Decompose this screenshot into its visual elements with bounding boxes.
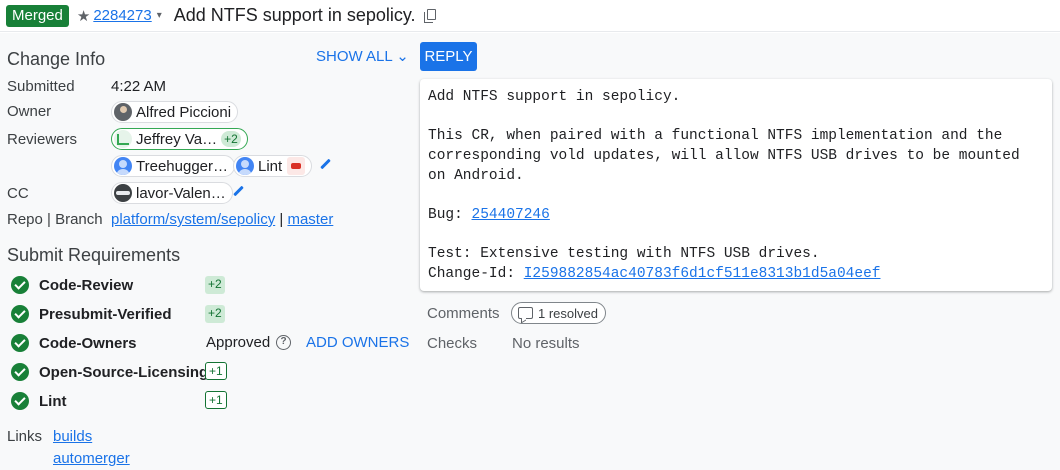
requirement-name: Presubmit-Verified <box>39 305 172 323</box>
reviewer-name: Jeffrey Va… <box>136 130 218 148</box>
submit-requirements-title: Submit Requirements <box>7 245 181 265</box>
cc-chip[interactable]: lavor-Valen… <box>111 182 233 204</box>
repo-branch-value: platform/system/sepolicy | master <box>111 211 333 228</box>
requirement-score: +2 <box>205 276 225 294</box>
avatar <box>114 184 132 202</box>
show-all-button[interactable]: SHOW ALL ⌄ <box>316 47 409 65</box>
status-badge: Merged <box>6 4 69 27</box>
owner-chip[interactable]: Alfred Piccioni <box>111 101 239 123</box>
comments-label: Comments <box>427 305 500 322</box>
change-id-link[interactable]: I259882854ac40783f6d1cf511e8313b1d5a04ee… <box>524 266 881 282</box>
test-line: Test: Extensive testing with NTFS USB dr… <box>428 246 820 262</box>
requirement-code-review[interactable]: Code-Review <box>11 275 133 295</box>
check-circle-icon <box>11 363 29 381</box>
reviewers-label: Reviewers <box>7 131 78 148</box>
commit-message-line: This CR, when paired with a functional N… <box>428 128 1003 144</box>
links-label: Links <box>7 428 43 445</box>
avatar <box>236 157 254 175</box>
requirement-name: Lint <box>39 392 67 410</box>
change-info-title: Change Info <box>7 49 106 69</box>
reviewer-chip[interactable]: Jeffrey Va… +2 <box>111 128 248 150</box>
star-icon[interactable]: ★ <box>77 7 90 25</box>
bug-link[interactable]: 254407246 <box>472 207 550 223</box>
avatar <box>114 130 132 148</box>
requirement-name: Open-Source-Licensing <box>39 363 209 381</box>
resolved-comments-chip[interactable]: 1 resolved <box>511 302 606 324</box>
add-owners-button[interactable]: ADD OWNERS <box>306 334 409 351</box>
requirement-open-source-licensing[interactable]: Open-Source-Licensing <box>11 362 208 382</box>
requirement-presubmit-verified[interactable]: Presubmit-Verified <box>11 304 172 324</box>
branch-link[interactable]: master <box>287 211 333 228</box>
checks-label: Checks <box>427 335 478 352</box>
help-icon[interactable]: ? <box>276 335 291 350</box>
comment-icon <box>518 307 533 319</box>
submitted-value: 4:22 AM <box>111 78 167 95</box>
commit-message-line: corresponding vold updates, will allow N… <box>428 148 1020 164</box>
requirement-score: +2 <box>205 305 225 323</box>
robot-icon <box>287 157 306 175</box>
repo-link[interactable]: platform/system/sepolicy <box>111 211 275 228</box>
change-subject: Add NTFS support in sepolicy. <box>173 5 416 25</box>
edit-cc-pencil-icon[interactable] <box>232 185 246 199</box>
owner-label: Owner <box>7 103 52 120</box>
vote-badge: +2 <box>221 131 241 147</box>
code-owners-status: Approved <box>206 334 271 351</box>
builds-link[interactable]: builds <box>53 428 92 445</box>
edit-reviewers-pencil-icon[interactable] <box>319 158 333 172</box>
cc-name: lavor-Valen… <box>136 184 226 202</box>
owner-name: Alfred Piccioni <box>136 103 232 121</box>
avatar <box>114 157 132 175</box>
avatar <box>114 103 132 121</box>
commit-message-line: on Android. <box>428 168 524 184</box>
checks-value: No results <box>512 335 580 352</box>
resolved-count: 1 resolved <box>538 305 598 321</box>
check-circle-icon <box>11 334 29 352</box>
change-header: Merged ★ 2284273 ▾ Add NTFS support in s… <box>0 0 1060 32</box>
check-circle-icon <box>11 276 29 294</box>
requirement-code-owners[interactable]: Code-Owners <box>11 333 137 353</box>
change-number-link[interactable]: 2284273 <box>93 7 151 24</box>
submitted-label: Submitted <box>7 78 75 95</box>
automerger-link[interactable]: automerger <box>53 450 130 467</box>
copy-icon[interactable] <box>423 8 438 23</box>
requirement-name: Code-Owners <box>39 334 137 352</box>
reviewer-name: Lint <box>258 157 283 175</box>
reply-button[interactable]: REPLY <box>420 42 477 71</box>
requirement-score: +1 <box>205 391 227 409</box>
chevron-down-icon[interactable]: ▾ <box>157 10 162 21</box>
requirement-score: +1 <box>205 362 227 380</box>
reviewer-name: Treehugger… <box>136 157 228 175</box>
repo-branch-separator: | <box>279 211 284 228</box>
requirement-name: Code-Review <box>39 276 134 294</box>
check-circle-icon <box>11 392 29 410</box>
check-circle-icon <box>11 305 29 323</box>
bug-label: Bug: <box>428 207 472 223</box>
reviewer-chip[interactable]: Lint <box>233 155 313 177</box>
commit-message-line: Add NTFS support in sepolicy. <box>428 89 681 105</box>
reviewer-chip[interactable]: Treehugger… <box>111 155 235 177</box>
cc-label: CC <box>7 185 29 202</box>
change-id-label: Change-Id: <box>428 266 524 282</box>
change-id-line: Change-Id: I259882854ac40783f6d1cf511e83… <box>428 266 880 282</box>
bug-line: Bug: 254407246 <box>428 207 550 223</box>
repo-branch-label: Repo | Branch <box>7 211 103 228</box>
requirement-lint[interactable]: Lint <box>11 391 67 411</box>
